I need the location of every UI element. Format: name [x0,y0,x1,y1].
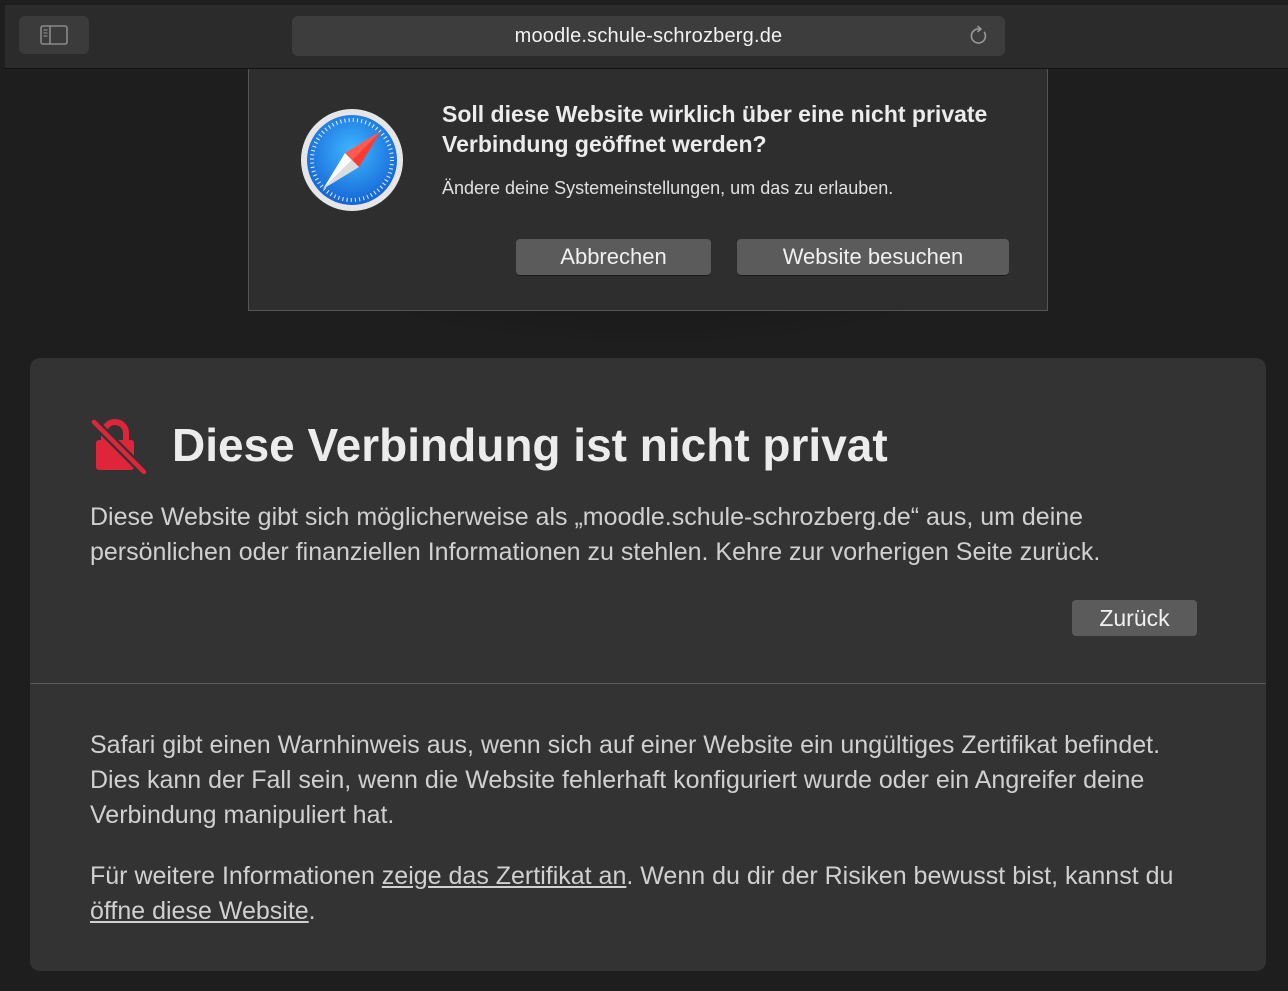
browser-window: moodle.schule-schrozberg.de Soll diese W… [5,5,1288,991]
cancel-button[interactable]: Abbrechen [516,239,711,275]
broken-lock-icon [90,416,148,476]
more-info-middle: . Wenn du dir der Risiken bewusst bist, … [626,862,1174,890]
address-bar[interactable]: moodle.schule-schrozberg.de [292,16,1005,56]
show-certificate-link[interactable]: zeige das Zertifikat an [382,862,627,890]
dialog-title: Soll diese Website wirklich über eine ni… [442,101,988,157]
warning-main-section: Diese Verbindung ist nicht privat Diese … [30,358,1266,684]
toolbar: moodle.schule-schrozberg.de [5,5,1288,69]
visit-website-button[interactable]: Website besuchen [737,239,1009,275]
back-button[interactable]: Zurück [1072,600,1197,636]
more-info-prefix: Für weitere Informationen [90,862,382,890]
warning-description: Diese Website gibt sich möglicherweise a… [90,503,1101,566]
open-website-link[interactable]: öffne diese Website [90,897,309,925]
info-paragraph: Safari gibt einen Warnhinweis aus, wenn … [90,731,1161,829]
sidebar-toggle-button[interactable] [19,16,89,54]
sidebar-icon [40,25,68,45]
warning-card: Diese Verbindung ist nicht privat Diese … [30,358,1266,971]
url-text: moodle.schule-schrozberg.de [514,24,783,47]
confirm-dialog: Soll diese Website wirklich über eine ni… [248,69,1048,311]
warning-title: Diese Verbindung ist nicht privat [172,419,888,471]
more-info-suffix: . [308,897,316,925]
dialog-message: Ändere deine Systemeinstellungen, um das… [442,178,894,198]
more-info-paragraph: Für weitere Informationen zeige das Zert… [90,859,1210,929]
reload-icon[interactable] [967,24,991,48]
safari-compass-icon [299,107,405,213]
